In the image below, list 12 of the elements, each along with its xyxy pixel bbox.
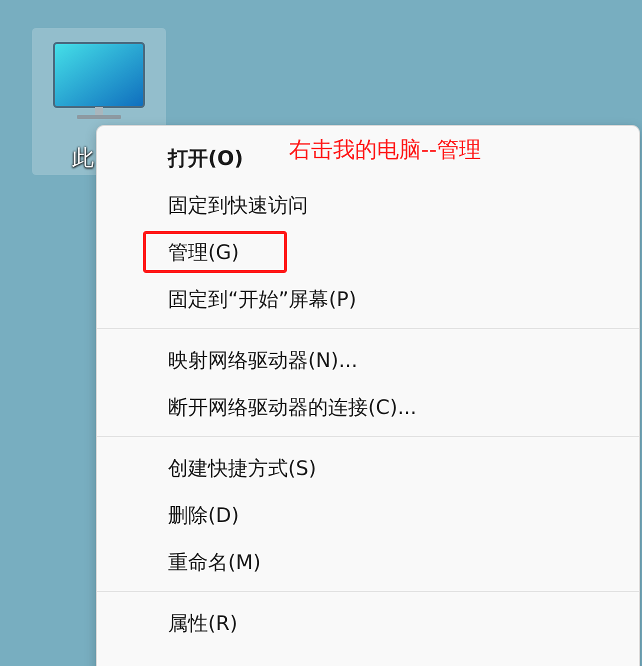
menu-item[interactable]: 创建快捷方式(S)	[97, 445, 316, 492]
menu-item[interactable]: 删除(D)	[97, 492, 240, 539]
menu-item[interactable]: 管理(G)	[97, 229, 291, 276]
menu-item[interactable]: 断开网络驱动器的连接(C)...	[97, 384, 417, 431]
menu-item[interactable]: 属性(R)	[97, 600, 238, 647]
menu-item[interactable]: 重命名(M)	[97, 539, 261, 586]
menu-item[interactable]: 固定到“开始”屏幕(P)	[97, 276, 356, 323]
menu-item[interactable]: 固定到快速访问	[97, 182, 308, 229]
monitor-icon	[53, 42, 145, 120]
menu-item[interactable]: 映射网络驱动器(N)...	[97, 337, 358, 384]
annotation-text: 右击我的电脑--管理	[289, 137, 481, 165]
desktop-icon-label: 此	[72, 148, 94, 170]
